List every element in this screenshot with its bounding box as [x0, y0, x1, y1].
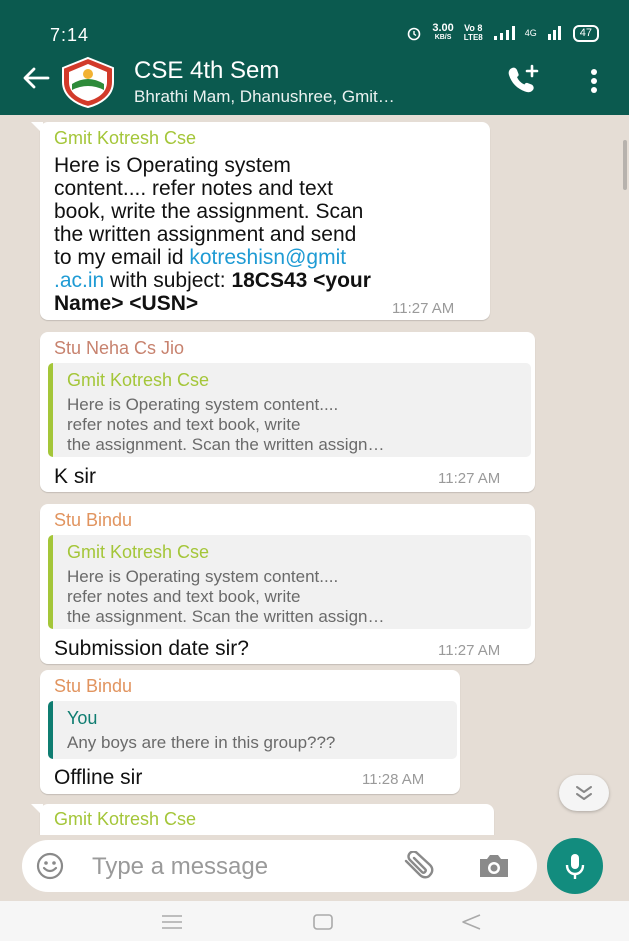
quoted-message[interactable]: You Any boys are there in this group???: [48, 701, 457, 759]
message-time: 11:27 AM: [438, 642, 501, 659]
scrollbar-thumb[interactable]: [623, 140, 627, 190]
message-time: 11:28 AM: [362, 771, 425, 788]
chat-header: CSE CSE 4th Sem Bhrathi Mam, Dhanushree,…: [0, 45, 629, 115]
message-sender: Gmit Kotresh Cse: [54, 128, 197, 148]
system-nav-bar: [0, 901, 629, 941]
message-sender: Gmit Kotresh Cse: [54, 809, 197, 829]
message-time: 11:27 AM: [392, 300, 455, 317]
volte-indicator: Vo 8 LTE8: [463, 23, 483, 43]
back-arrow-icon[interactable]: [22, 66, 50, 95]
quoted-message[interactable]: Gmit Kotresh Cse Here is Operating syste…: [48, 535, 531, 629]
quote-sender: Gmit Kotresh Cse: [67, 542, 210, 562]
message-composer: [22, 840, 537, 892]
quote-sender: Gmit Kotresh Cse: [67, 370, 210, 390]
signal-icon-2: [547, 26, 563, 40]
voice-record-button[interactable]: [547, 838, 603, 894]
message-sender: Stu Neha Cs Jio: [54, 338, 185, 358]
scroll-to-bottom-button[interactable]: [559, 775, 609, 811]
more-options-icon[interactable]: [590, 68, 598, 99]
camera-icon[interactable]: [477, 853, 511, 884]
home-icon[interactable]: [312, 913, 334, 936]
message-text: Submission date sir?: [54, 637, 249, 660]
status-icons: 3.00 KB/S Vo 8 LTE8 4G 47: [406, 22, 599, 43]
status-time: 7:14: [50, 25, 90, 45]
message-list[interactable]: Gmit Kotresh Cse Here is Operating syste…: [0, 115, 629, 835]
battery-icon: 47: [572, 24, 599, 42]
avatar-text: CSE: [79, 86, 98, 96]
chat-subtitle[interactable]: Bhrathi Mam, Dhanushree, Gmit…: [134, 87, 395, 107]
quote-text: Here is Operating system content.... ref…: [67, 395, 385, 454]
message-bubble[interactable]: Stu Bindu You Any boys are there in this…: [40, 670, 460, 794]
message-bubble[interactable]: Gmit Kotresh Cse Here is Operating syste…: [31, 122, 490, 320]
emoji-icon[interactable]: [36, 852, 64, 885]
email-link-cont[interactable]: .ac.in: [54, 269, 104, 292]
email-link[interactable]: kotreshisn@gmit: [189, 246, 346, 269]
message-time: 11:27 AM: [438, 470, 501, 487]
signal-icon: [493, 26, 515, 40]
quoted-message[interactable]: Gmit Kotresh Cse Here is Operating syste…: [48, 363, 531, 457]
chat-title[interactable]: CSE 4th Sem: [134, 57, 279, 85]
message-text: K sir: [54, 465, 96, 488]
quote-text: Any boys are there in this group???: [67, 733, 336, 752]
message-bubble[interactable]: Stu Neha Cs Jio Gmit Kotresh Cse Here is…: [40, 332, 535, 492]
message-input[interactable]: [92, 853, 372, 881]
alarm-icon: [406, 25, 422, 41]
status-bar: 7:14 3.00 KB/S Vo 8 LTE8 4G 47: [0, 0, 629, 45]
message-sender: Stu Bindu: [54, 510, 133, 530]
group-avatar[interactable]: CSE: [58, 54, 118, 109]
menu-icon[interactable]: [160, 913, 184, 936]
message-bubble[interactable]: Gmit Kotresh Cse: [31, 804, 494, 835]
message-text: Offline sir: [54, 766, 143, 789]
message-sender: Stu Bindu: [54, 676, 133, 696]
network-type: 4G: [524, 28, 537, 38]
message-bubble[interactable]: Stu Bindu Gmit Kotresh Cse Here is Opera…: [40, 504, 535, 664]
quote-text: Here is Operating system content.... ref…: [67, 567, 385, 626]
add-call-button[interactable]: [505, 64, 541, 99]
network-speed: 3.00 KB/S: [432, 22, 454, 42]
message-text: Here is Operating system content.... ref…: [54, 154, 371, 315]
quote-sender: You: [67, 708, 98, 728]
back-icon[interactable]: [460, 913, 482, 936]
attachment-icon[interactable]: [400, 850, 436, 886]
